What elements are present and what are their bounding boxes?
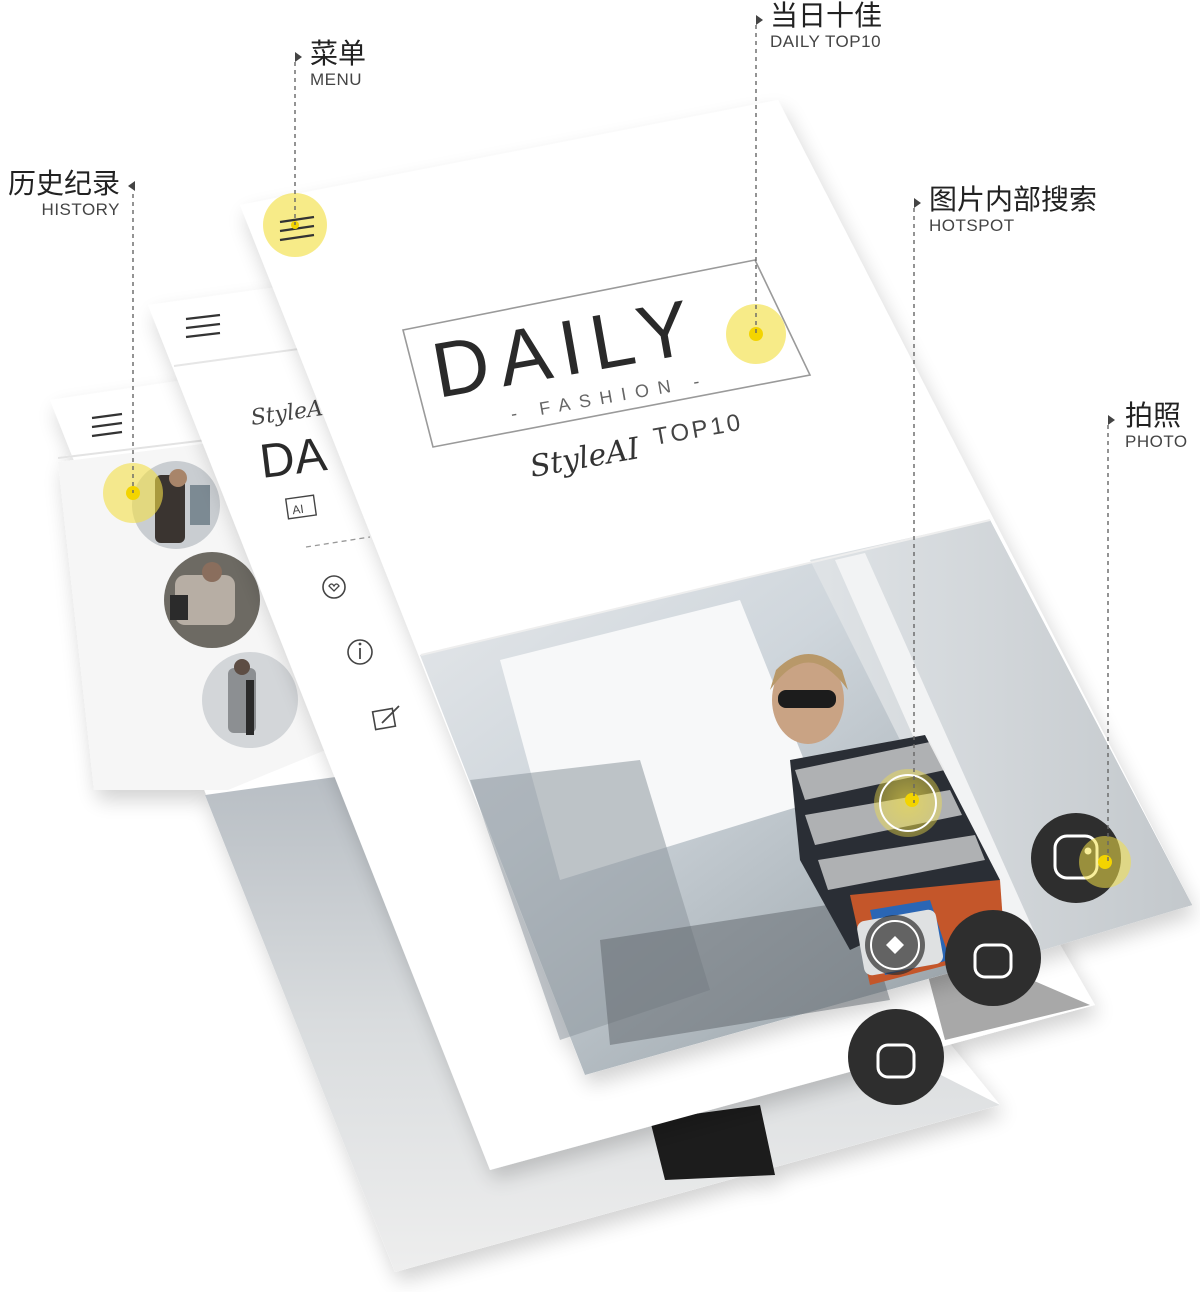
history-callout: 历史纪录 HISTORY <box>8 168 120 220</box>
hotspot-callout-cn: 图片内部搜索 <box>929 183 1098 216</box>
menu-callout-cn: 菜单 <box>310 37 367 70</box>
history-thumbnail[interactable] <box>164 552 260 648</box>
history-callout-cn: 历史纪录 <box>7 167 120 200</box>
hotspot-callout-en: HOTSPOT <box>929 216 1015 235</box>
history-callout-en: HISTORY <box>41 200 120 219</box>
hotspot-marker[interactable] <box>874 769 942 837</box>
menu-callout-en: MENU <box>310 70 363 89</box>
middle-logo-fragment: DA <box>257 428 330 489</box>
photo-callout-en: PHOTO <box>1125 432 1188 451</box>
back-camera-button[interactable] <box>848 1009 944 1105</box>
daily-top10-arrow-icon <box>756 15 763 25</box>
history-thumbnail[interactable] <box>202 652 298 748</box>
photo-hotspot-dot <box>1098 855 1112 869</box>
photo-callout: 拍照 PHOTO <box>1125 400 1188 452</box>
history-arrow-icon <box>128 181 135 191</box>
hotspot-arrow-icon <box>914 198 921 208</box>
hotspot-callout: 图片内部搜索 HOTSPOT <box>929 184 1097 236</box>
daily-top10-callout-en: DAILY TOP10 <box>770 32 882 51</box>
menu-arrow-icon <box>295 52 302 62</box>
daily-top10-callout: 当日十佳 DAILY TOP10 <box>770 0 882 52</box>
svg-text:AI: AI <box>291 502 304 517</box>
middle-camera-button[interactable] <box>945 910 1041 1006</box>
menu-callout: 菜单 MENU <box>310 38 366 90</box>
photo-arrow-icon <box>1108 415 1115 425</box>
photo-callout-cn: 拍照 <box>1125 399 1182 432</box>
item-search-button[interactable] <box>865 915 925 975</box>
daily-top10-callout-cn: 当日十佳 <box>770 0 883 32</box>
